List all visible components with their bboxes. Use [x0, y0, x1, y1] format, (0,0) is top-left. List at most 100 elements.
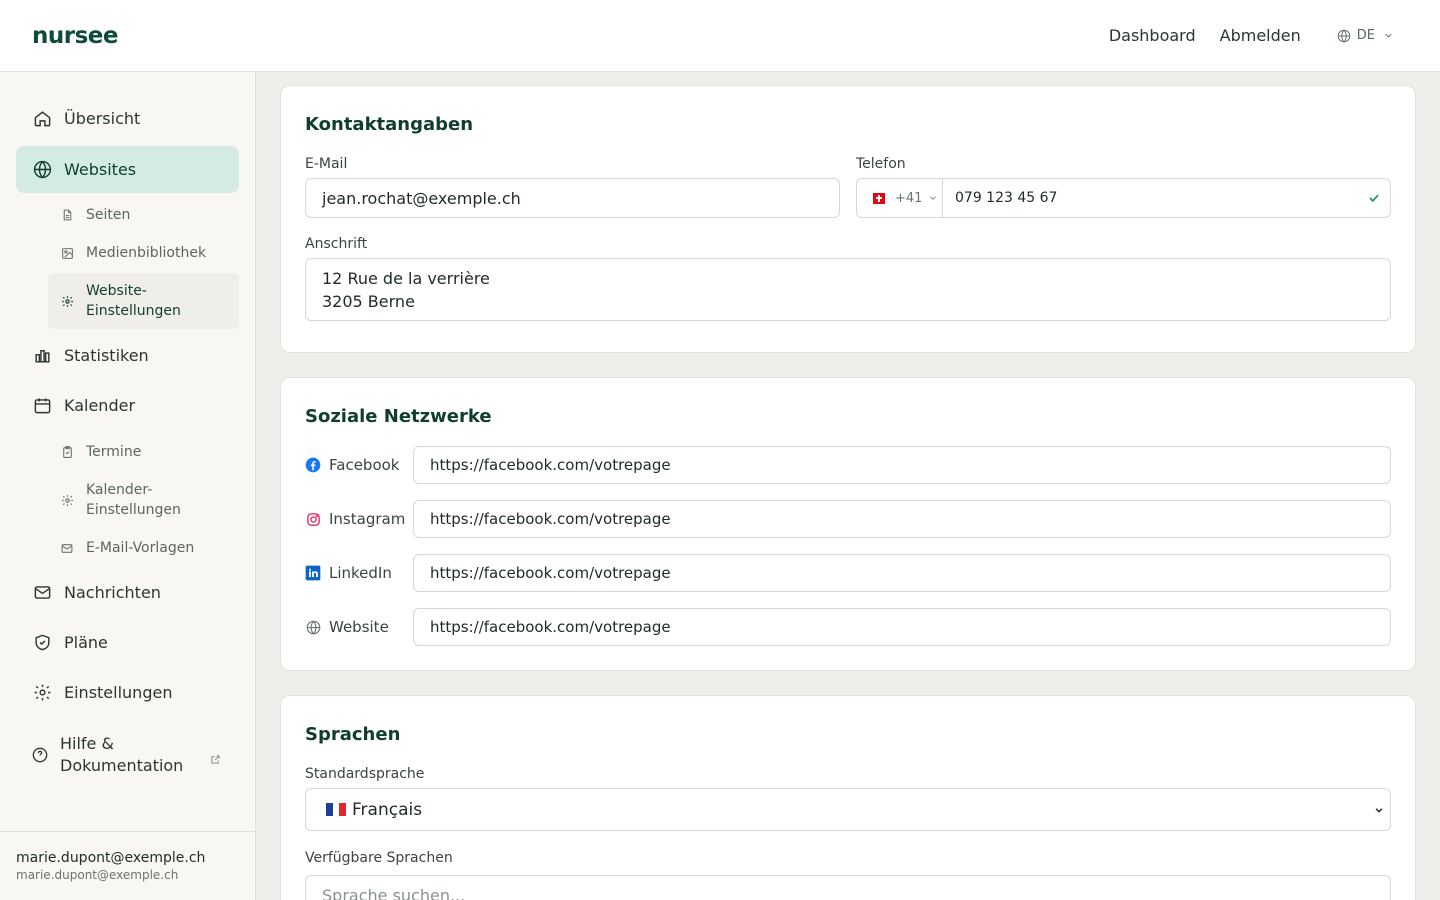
user-account[interactable]: marie.dupont@exemple.ch marie.dupont@exe…	[0, 831, 255, 900]
document-icon	[60, 208, 74, 222]
sidebar-subitem-label: Termine	[86, 444, 142, 460]
mail-icon	[60, 541, 74, 555]
sidebar-item-label: Statistiken	[64, 345, 149, 365]
sidebar-subitem-label-wrap: Kalender- Einstellungen	[86, 480, 181, 520]
contact-card: Kontaktangaben E-Mail jean.rochat@exempl…	[280, 85, 1416, 353]
linkedin-url-input[interactable]: https://facebook.com/votrepage	[413, 554, 1391, 592]
phone-prefix-code: +41	[895, 190, 923, 206]
sidebar-item-overview[interactable]: Übersicht	[16, 96, 239, 140]
languages-card-title: Sprachen	[305, 724, 401, 745]
sidebar-subitem-pages[interactable]: Seiten	[48, 200, 239, 230]
globe-icon	[1337, 29, 1351, 42]
sidebar-subitem-email-templates[interactable]: E-Mail-Vorlagen	[48, 533, 239, 563]
help-circle-icon	[30, 745, 50, 765]
sidebar-item-help[interactable]: Hilfe & Dokumentation	[16, 727, 239, 783]
sidebar-item-label: Pläne	[64, 632, 108, 652]
language-search-placeholder: Sprache suchen...	[322, 885, 466, 900]
instagram-label: Instagram	[305, 510, 405, 528]
social-card: Soziale Netzwerke Facebook https://faceb…	[280, 377, 1416, 671]
sidebar-subitem-website-settings[interactable]: Website- Einstellungen	[48, 273, 239, 329]
chevron-down-icon	[1385, 33, 1392, 38]
sidebar-subitem-media-library[interactable]: Medienbibliothek	[48, 238, 239, 268]
sidebar-item-label: Übersicht	[64, 108, 141, 128]
home-icon	[32, 108, 52, 128]
sidebar-item-label: Dokumentation	[60, 756, 184, 775]
sidebar-item-settings[interactable]: Einstellungen	[16, 670, 239, 714]
address-textarea[interactable]: 12 Rue de la verrière 3205 Berne	[305, 258, 1391, 321]
available-languages-label: Verfügbare Sprachen	[305, 850, 453, 866]
instagram-icon	[305, 511, 321, 527]
address-line: 3205 Berne	[322, 292, 415, 311]
dashboard-link[interactable]: Dashboard	[1109, 26, 1196, 45]
website-label: Website	[305, 618, 389, 636]
linkedin-icon	[305, 565, 321, 581]
bar-chart-icon	[32, 345, 52, 365]
social-label-text: Website	[329, 618, 389, 636]
sidebar-item-statistics[interactable]: Statistiken	[16, 333, 239, 377]
gear-icon	[32, 682, 52, 702]
sidebar-item-websites[interactable]: Websites	[16, 146, 239, 193]
languages-card: Sprachen Standardsprache Français Verfüg…	[280, 695, 1416, 900]
chevron-down-icon	[930, 196, 937, 200]
contact-card-title: Kontaktangaben	[305, 114, 474, 135]
top-header: nursee Dashboard Abmelden DE	[0, 0, 1440, 72]
sidebar-item-label-wrap: Hilfe & Dokumentation	[60, 733, 183, 777]
mail-icon	[32, 582, 52, 602]
social-label-text: Facebook	[329, 456, 400, 474]
gear-icon	[60, 294, 74, 308]
shield-icon	[32, 632, 52, 652]
social-label-text: Instagram	[329, 510, 406, 528]
sidebar-item-plans[interactable]: Pläne	[16, 620, 239, 664]
external-link-icon	[210, 749, 221, 771]
calendar-icon	[32, 395, 52, 415]
app-logo[interactable]: nursee	[32, 23, 118, 49]
sidebar-subitem-label: Kalender-	[86, 482, 153, 498]
sidebar-item-label: Einstellungen	[64, 682, 173, 702]
facebook-url-input[interactable]: https://facebook.com/votrepage	[413, 446, 1391, 484]
sidebar-subitem-label: E-Mail-Vorlagen	[86, 540, 195, 556]
default-language-value: Français	[352, 799, 423, 820]
sidebar-subitem-label: Einstellungen	[86, 502, 181, 518]
sidebar: Übersicht Websites Seiten Medienbiblioth…	[0, 72, 256, 900]
globe-icon	[305, 619, 321, 635]
gear-icon	[60, 493, 74, 507]
sidebar-subitem-label: Einstellungen	[86, 303, 181, 319]
globe-icon	[32, 160, 52, 180]
swiss-flag-icon	[873, 192, 885, 204]
clipboard-icon	[60, 445, 74, 459]
sidebar-subitem-appointments[interactable]: Termine	[48, 437, 239, 467]
sidebar-item-label: Nachrichten	[64, 582, 161, 602]
sidebar-subitem-label-wrap: Website- Einstellungen	[86, 281, 181, 321]
phone-label: Telefon	[856, 156, 906, 172]
facebook-label: Facebook	[305, 456, 399, 474]
sidebar-subitem-calendar-settings[interactable]: Kalender- Einstellungen	[48, 472, 239, 528]
user-email: marie.dupont@exemple.ch	[16, 868, 179, 882]
email-label: E-Mail	[305, 156, 348, 172]
website-url-input[interactable]: https://facebook.com/votrepage	[413, 608, 1391, 646]
sidebar-item-messages[interactable]: Nachrichten	[16, 570, 239, 614]
logout-link[interactable]: Abmelden	[1220, 26, 1301, 45]
sidebar-subitem-label: Medienbibliothek	[86, 245, 207, 261]
check-icon	[1369, 194, 1379, 203]
instagram-url-input[interactable]: https://facebook.com/votrepage	[413, 500, 1391, 538]
sidebar-subitem-label: Website-	[86, 283, 147, 299]
default-language-select[interactable]: Français	[305, 788, 1391, 831]
header-nav: Dashboard Abmelden DE	[1085, 26, 1408, 45]
social-label-text: LinkedIn	[329, 564, 392, 582]
phone-country-select[interactable]: +41	[856, 178, 943, 218]
language-code: DE	[1356, 28, 1375, 43]
sidebar-item-label: Kalender	[64, 395, 136, 415]
address-line: 12 Rue de la verrière	[322, 269, 490, 288]
language-search-input[interactable]: Sprache suchen...	[305, 875, 1391, 900]
phone-field[interactable]: 079 123 45 67	[942, 178, 1391, 218]
sidebar-item-label: Websites	[64, 160, 137, 179]
linkedin-label: LinkedIn	[305, 564, 392, 582]
sidebar-item-label: Hilfe &	[60, 734, 114, 753]
email-field[interactable]: jean.rochat@exemple.ch	[305, 178, 840, 218]
french-flag-icon	[326, 803, 347, 816]
image-icon	[60, 246, 74, 260]
language-switcher[interactable]: DE	[1337, 28, 1394, 43]
chevron-down-icon	[1375, 807, 1383, 813]
sidebar-item-calendar[interactable]: Kalender	[16, 383, 239, 427]
default-language-label: Standardsprache	[305, 766, 425, 782]
